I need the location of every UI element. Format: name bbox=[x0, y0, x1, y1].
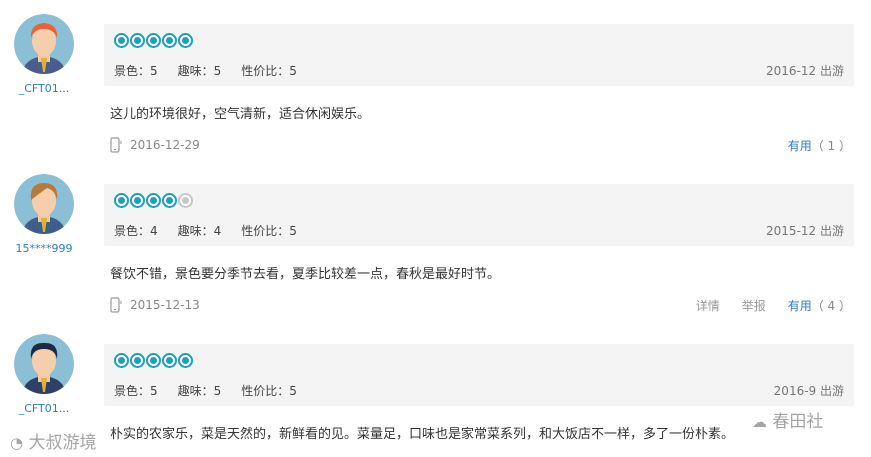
useful-button[interactable]: 有用（ 4 ） bbox=[788, 297, 851, 314]
review-actions: 详情 举报 有用（ 4 ） bbox=[696, 297, 851, 314]
rating-dot-icon bbox=[130, 193, 145, 208]
rating-stars bbox=[114, 193, 193, 208]
rating-dot-icon bbox=[146, 33, 161, 48]
rating-dot-icon bbox=[178, 353, 193, 368]
rating-dot-icon bbox=[162, 193, 177, 208]
value-score: 性价比：5 bbox=[241, 64, 297, 78]
useful-label: 有用 bbox=[787, 139, 812, 153]
fun-score: 趣味：5 bbox=[177, 64, 222, 78]
rating-dot-empty-icon bbox=[178, 193, 193, 208]
avatar[interactable] bbox=[14, 174, 74, 234]
username[interactable]: _CFT01... bbox=[10, 402, 78, 415]
value-score: 性价比：5 bbox=[241, 384, 297, 398]
score-list: 景色：5 趣味：5 性价比：5 bbox=[114, 62, 297, 79]
username[interactable]: _CFT01... bbox=[10, 82, 78, 95]
useful-label: 有用 bbox=[787, 299, 812, 313]
mobile-phone-icon bbox=[110, 297, 122, 313]
rating-dot-icon bbox=[162, 353, 177, 368]
rating-dot-icon bbox=[130, 33, 145, 48]
review-text: 朴实的农家乐，菜是天然的，新鲜看的见。菜量足，口味也是家常菜系列，和大饭店不一样… bbox=[110, 427, 735, 442]
score-list: 景色：5 趣味：5 性价比：5 bbox=[114, 382, 297, 399]
trip-date: 2016-12 出游 bbox=[766, 64, 844, 78]
rating-stars bbox=[114, 33, 193, 48]
watermark-left: ◔ 大叔游境 bbox=[10, 433, 97, 453]
rating-dot-icon bbox=[162, 33, 177, 48]
rating-dot-icon bbox=[114, 193, 129, 208]
useful-count: （ 4 ） bbox=[811, 299, 851, 313]
rating-panel: 景色：5 趣味：5 性价比：5 2016-9 出游 bbox=[104, 344, 854, 406]
scenery-score: 景色：5 bbox=[114, 64, 158, 78]
avatar[interactable] bbox=[14, 14, 74, 74]
rating-dot-icon bbox=[178, 33, 193, 48]
watermark-right: ☁ 春田社 bbox=[752, 412, 824, 432]
rating-dot-icon bbox=[130, 353, 145, 368]
review-actions: 有用（ 1 ） bbox=[788, 137, 851, 154]
reviewer: _CFT01... bbox=[10, 320, 78, 415]
review-meta: 2016-12-29 bbox=[110, 137, 200, 153]
useful-count: （ 1 ） bbox=[811, 139, 851, 153]
trip-date: 2015-12 出游 bbox=[766, 224, 844, 238]
rating-stars bbox=[114, 353, 193, 368]
score-list: 景色：4 趣味：4 性价比：5 bbox=[114, 222, 297, 239]
detail-link[interactable]: 详情 bbox=[696, 297, 720, 314]
avatar[interactable] bbox=[14, 334, 74, 394]
trip-date: 2016-9 出游 bbox=[773, 384, 844, 398]
review-meta: 2015-12-13 bbox=[110, 297, 200, 313]
mobile-phone-icon bbox=[110, 137, 122, 153]
scenery-score: 景色：5 bbox=[114, 384, 158, 398]
useful-button[interactable]: 有用（ 1 ） bbox=[788, 137, 851, 154]
fun-score: 趣味：5 bbox=[177, 384, 222, 398]
value-score: 性价比：5 bbox=[241, 224, 297, 238]
report-link[interactable]: 举报 bbox=[742, 297, 766, 314]
rating-dot-icon bbox=[114, 353, 129, 368]
fun-score: 趣味：4 bbox=[177, 224, 222, 238]
rating-panel: 景色：4 趣味：4 性价比：5 2015-12 出游 bbox=[104, 184, 854, 246]
reviewer: 15****999 bbox=[10, 160, 78, 255]
watermark-logo-icon: ◔ bbox=[10, 434, 24, 452]
review-date: 2015-12-13 bbox=[130, 298, 200, 312]
review-date: 2016-12-29 bbox=[130, 138, 200, 152]
review-text: 餐饮不错，景色要分季节去看，夏季比较差一点，春秋是最好时节。 bbox=[110, 267, 501, 282]
review-text: 这儿的环境很好，空气清新，适合休闲娱乐。 bbox=[110, 107, 371, 122]
username[interactable]: 15****999 bbox=[10, 242, 78, 255]
rating-panel: 景色：5 趣味：5 性价比：5 2016-12 出游 bbox=[104, 24, 854, 86]
rating-dot-icon bbox=[114, 33, 129, 48]
rating-dot-icon bbox=[146, 193, 161, 208]
reviewer: _CFT01... bbox=[10, 0, 78, 95]
rating-dot-icon bbox=[146, 353, 161, 368]
wechat-icon: ☁ bbox=[752, 413, 767, 431]
scenery-score: 景色：4 bbox=[114, 224, 158, 238]
